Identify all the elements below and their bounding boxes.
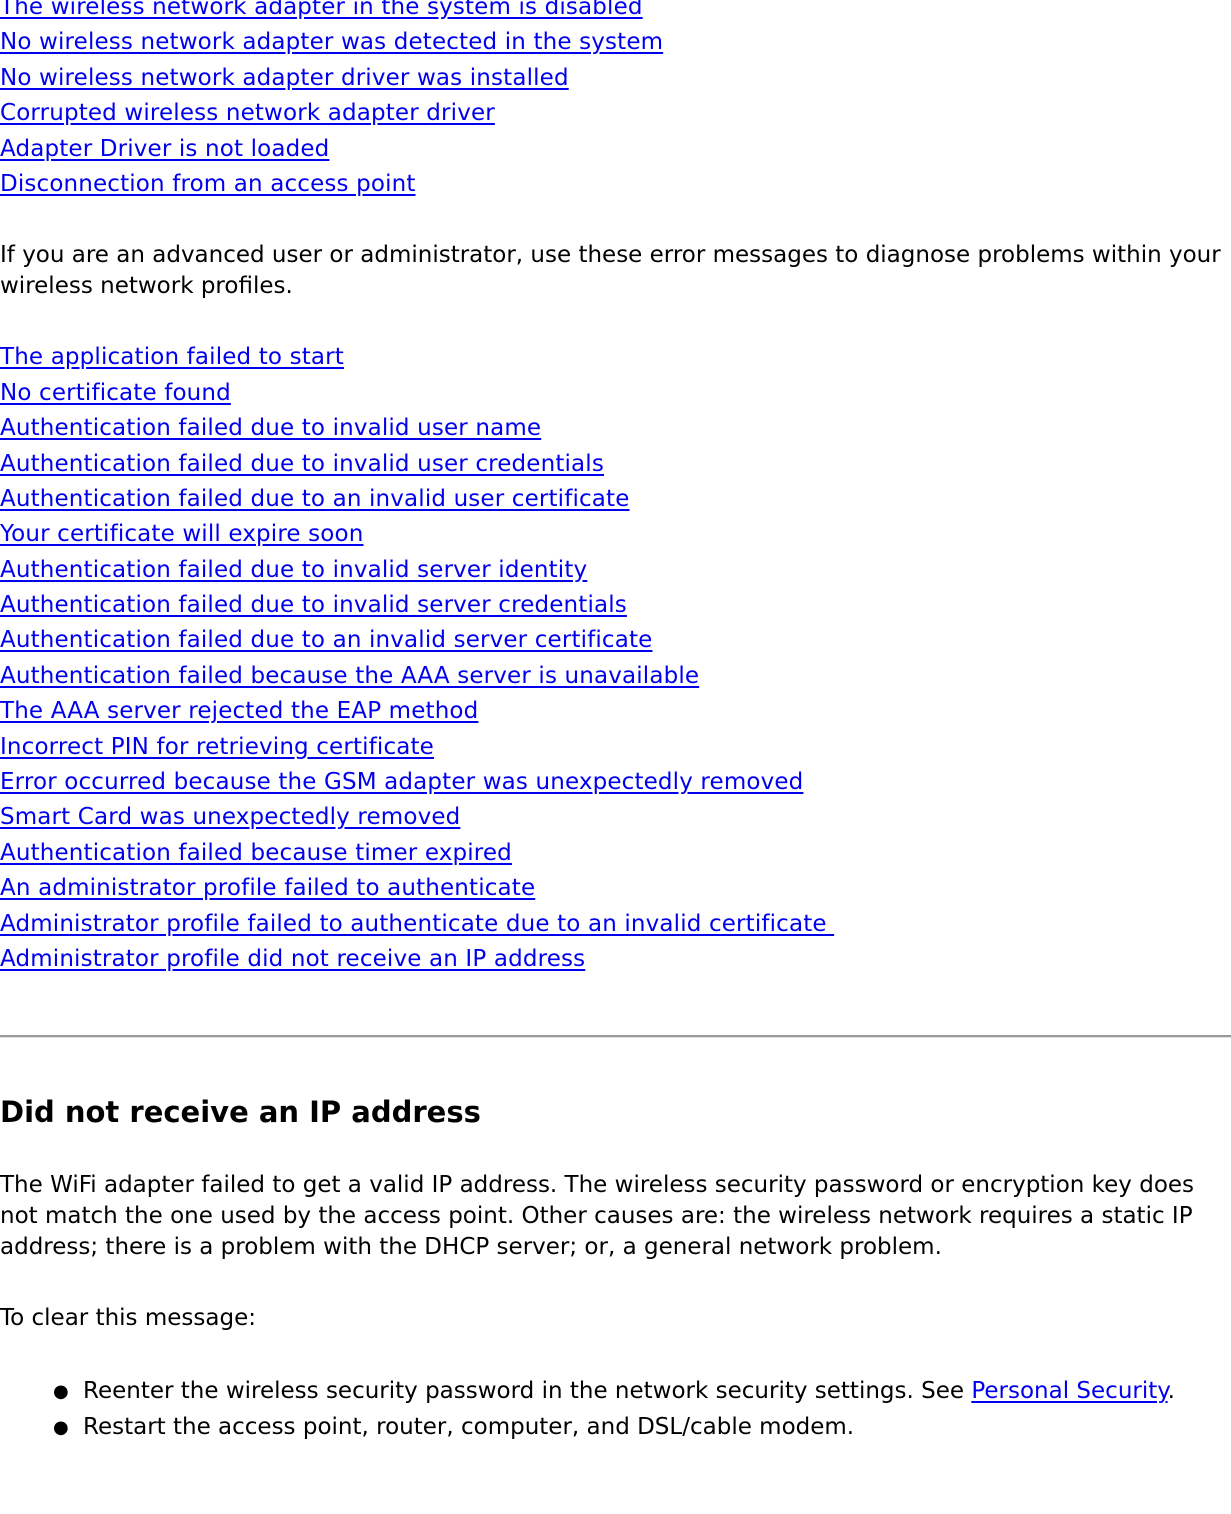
- list-item: Authentication failed due to an invalid …: [0, 482, 1231, 517]
- list-item: Authentication failed due to invalid ser…: [0, 588, 1231, 623]
- list-item: The AAA server rejected the EAP method: [0, 694, 1231, 729]
- step-text: Restart the access point, router, comput…: [83, 1414, 855, 1441]
- adapter-issue-link[interactable]: Disconnection from an access point: [0, 171, 416, 197]
- adapter-issue-link[interactable]: No wireless network adapter was detected…: [0, 29, 663, 55]
- profile-error-link[interactable]: Error occurred because the GSM adapter w…: [0, 769, 803, 795]
- list-item: No wireless network adapter was detected…: [0, 25, 1231, 60]
- profile-error-link[interactable]: The AAA server rejected the EAP method: [0, 698, 478, 724]
- profile-error-link[interactable]: Authentication failed due to invalid ser…: [0, 557, 587, 583]
- bullet-icon: ●: [53, 1381, 69, 1403]
- list-item: Authentication failed due to invalid use…: [0, 411, 1231, 446]
- list-item: Adapter Driver is not loaded: [0, 132, 1231, 167]
- profile-error-link[interactable]: Your certificate will expire soon: [0, 521, 363, 547]
- profile-error-link[interactable]: Incorrect PIN for retrieving certificate: [0, 734, 434, 760]
- list-item: Authentication failed due to an invalid …: [0, 623, 1231, 658]
- list-item: The application failed to start: [0, 340, 1231, 375]
- list-item: Administrator profile failed to authenti…: [0, 907, 1231, 942]
- adapter-issue-link[interactable]: No wireless network adapter driver was i…: [0, 65, 569, 91]
- list-item: Smart Card was unexpectedly removed: [0, 800, 1231, 835]
- section-heading: Did not receive an IP address: [0, 1095, 481, 1130]
- list-item: The wireless network adapter in the syst…: [0, 0, 1231, 25]
- profile-error-link[interactable]: Authentication failed because timer expi…: [0, 840, 512, 866]
- list-item: No certificate found: [0, 376, 1231, 411]
- adapter-issue-link[interactable]: Corrupted wireless network adapter drive…: [0, 100, 495, 126]
- profile-error-link[interactable]: Authentication failed due to an invalid …: [0, 486, 630, 512]
- list-item: Your certificate will expire soon: [0, 517, 1231, 552]
- section-divider: [0, 1035, 1231, 1039]
- profile-error-link[interactable]: Authentication failed due to invalid use…: [0, 415, 541, 441]
- adapter-issues-list: The wireless network adapter in the syst…: [0, 0, 1231, 202]
- list-item: Authentication failed due to invalid ser…: [0, 553, 1231, 588]
- profile-error-link[interactable]: Administrator profile did not receive an…: [0, 946, 585, 972]
- personal-security-link[interactable]: Personal Security: [971, 1378, 1167, 1404]
- list-item: Administrator profile did not receive an…: [0, 942, 1231, 977]
- profile-error-link[interactable]: Authentication failed because the AAA se…: [0, 663, 699, 689]
- profile-error-link[interactable]: The application failed to start: [0, 344, 344, 370]
- list-item: Incorrect PIN for retrieving certificate: [0, 730, 1231, 765]
- profile-error-link[interactable]: An administrator profile failed to authe…: [0, 875, 535, 901]
- list-item: ● Restart the access point, router, compu…: [53, 1410, 1231, 1445]
- adapter-issue-link[interactable]: Adapter Driver is not loaded: [0, 136, 329, 162]
- profile-error-link[interactable]: Authentication failed due to invalid ser…: [0, 592, 627, 618]
- profile-error-link[interactable]: Smart Card was unexpectedly removed: [0, 804, 460, 830]
- list-item: Disconnection from an access point: [0, 167, 1231, 202]
- clear-instructions-label: To clear this message:: [0, 1305, 256, 1332]
- list-item: No wireless network adapter driver was i…: [0, 61, 1231, 96]
- profile-error-link[interactable]: Authentication failed due to an invalid …: [0, 627, 652, 653]
- adapter-issue-link[interactable]: The wireless network adapter in the syst…: [0, 0, 643, 20]
- profile-error-link[interactable]: Authentication failed due to invalid use…: [0, 451, 604, 477]
- list-item: Authentication failed because timer expi…: [0, 836, 1231, 871]
- intro-paragraph: If you are an advanced user or administr…: [0, 242, 1221, 300]
- step-text: Reenter the wireless security password i…: [83, 1378, 972, 1405]
- step-suffix: .: [1167, 1378, 1175, 1405]
- section-description: The WiFi adapter failed to get a valid I…: [0, 1172, 1195, 1261]
- profile-error-link[interactable]: No certificate found: [0, 380, 231, 406]
- bullet-icon: ●: [53, 1417, 69, 1439]
- list-item: Authentication failed due to invalid use…: [0, 447, 1231, 482]
- list-item: Error occurred because the GSM adapter w…: [0, 765, 1231, 800]
- profile-error-link[interactable]: Administrator profile failed to authenti…: [0, 911, 834, 937]
- list-item: Authentication failed because the AAA se…: [0, 659, 1231, 694]
- clear-steps-list: ● Reenter the wireless security password …: [0, 1374, 1231, 1445]
- help-page: The wireless network adapter in the syst…: [0, 0, 1231, 1446]
- list-item: ● Reenter the wireless security password …: [53, 1374, 1231, 1409]
- profile-errors-list: The application failed to start No certi…: [0, 340, 1231, 977]
- list-item: Corrupted wireless network adapter drive…: [0, 96, 1231, 131]
- list-item: An administrator profile failed to authe…: [0, 871, 1231, 906]
